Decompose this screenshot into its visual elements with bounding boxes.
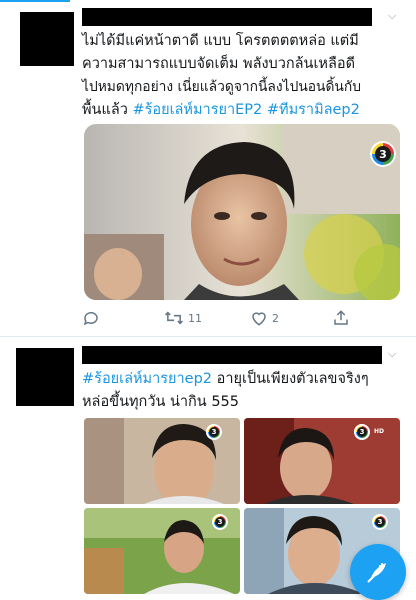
grid-photo-2[interactable]: 3 HD <box>244 418 400 504</box>
reply-icon <box>83 311 98 326</box>
hd-label: HD <box>374 428 385 435</box>
tweet-actions: 11 2 <box>82 306 382 330</box>
channel-3-logo: 3 <box>370 141 396 167</box>
channel-3-logo: 3 <box>212 514 228 530</box>
photo-man-portrait <box>84 124 400 300</box>
channel-3-logo-text: 3 <box>375 517 385 527</box>
compose-tweet-button[interactable] <box>350 544 406 600</box>
avatar[interactable] <box>16 348 74 406</box>
avatar[interactable] <box>20 12 74 66</box>
channel-3-logo: 3 <box>206 424 222 440</box>
like-count: 2 <box>272 311 279 325</box>
tweet-text-line: ไปหมดทุกอย่าง เนี่ยแล้วดูจากนี้ลงไปนอนดิ… <box>82 79 361 95</box>
reply-button[interactable] <box>82 306 100 330</box>
heart-icon <box>252 312 266 326</box>
hashtag-link[interactable]: #ทีมรามิลep2 <box>267 102 360 118</box>
retweet-count: 11 <box>188 311 202 325</box>
channel-3-logo-text: 3 <box>357 427 367 437</box>
like-button[interactable]: 2 <box>250 306 279 330</box>
channel-3-logo: 3 <box>354 424 370 440</box>
tweet-photo[interactable]: 3 <box>84 124 400 300</box>
channel-3-logo-text: 3 <box>375 146 391 162</box>
tweet-text-line: หล่อขึ้นทุกวัน น่ากิน 555 <box>82 394 240 410</box>
tweet-text: อายุเป็นเพียงตัวเลขจริงๆ <box>212 371 369 387</box>
retweet-button[interactable]: 11 <box>164 306 202 330</box>
redacted-username[interactable] <box>82 8 372 26</box>
share-icon <box>334 310 348 325</box>
hashtag-link[interactable]: #ร้อยเล่ห์มารยาep2 <box>82 371 212 387</box>
tweet-1[interactable]: ⌵ ไม่ได้มีแค่หน้าตาดี แบบ โครตตตตหล่อ แต… <box>0 0 416 337</box>
chevron-down-icon[interactable]: ⌵ <box>386 348 398 360</box>
channel-3-logo-text: 3 <box>209 427 219 437</box>
channel-3-logo: 3 <box>372 514 388 530</box>
chevron-down-icon[interactable]: ⌵ <box>386 10 398 22</box>
hashtag-link[interactable]: #ร้อยเล่ห์มารยาEP2 <box>132 102 262 118</box>
share-button[interactable] <box>332 306 350 330</box>
tweet-text-line: ความสามารถแบบจัดเต็ม พลังบวกล้นเหลือดี <box>82 56 355 72</box>
channel-3-logo-text: 3 <box>215 517 225 527</box>
compose-feather-icon <box>367 563 386 583</box>
tweet-text-line: พื้นแล้ว #ร้อยเล่ห์มารยาEP2 #ทีมรามิลep2 <box>82 99 360 122</box>
grid-photo-3[interactable]: 3 <box>84 508 240 594</box>
grid-photo-1[interactable]: 3 <box>84 418 240 504</box>
redacted-username[interactable] <box>82 346 382 364</box>
tweet-text-line: ไม่ได้มีแค่หน้าตาดี แบบ โครตตตตหล่อ แต่ม… <box>82 33 359 49</box>
retweet-icon <box>164 311 184 325</box>
tweet-text-line: #ร้อยเล่ห์มารยาep2 อายุเป็นเพียงตัวเลขจร… <box>82 368 369 391</box>
tweet-text: พื้นแล้ว <box>82 102 133 118</box>
